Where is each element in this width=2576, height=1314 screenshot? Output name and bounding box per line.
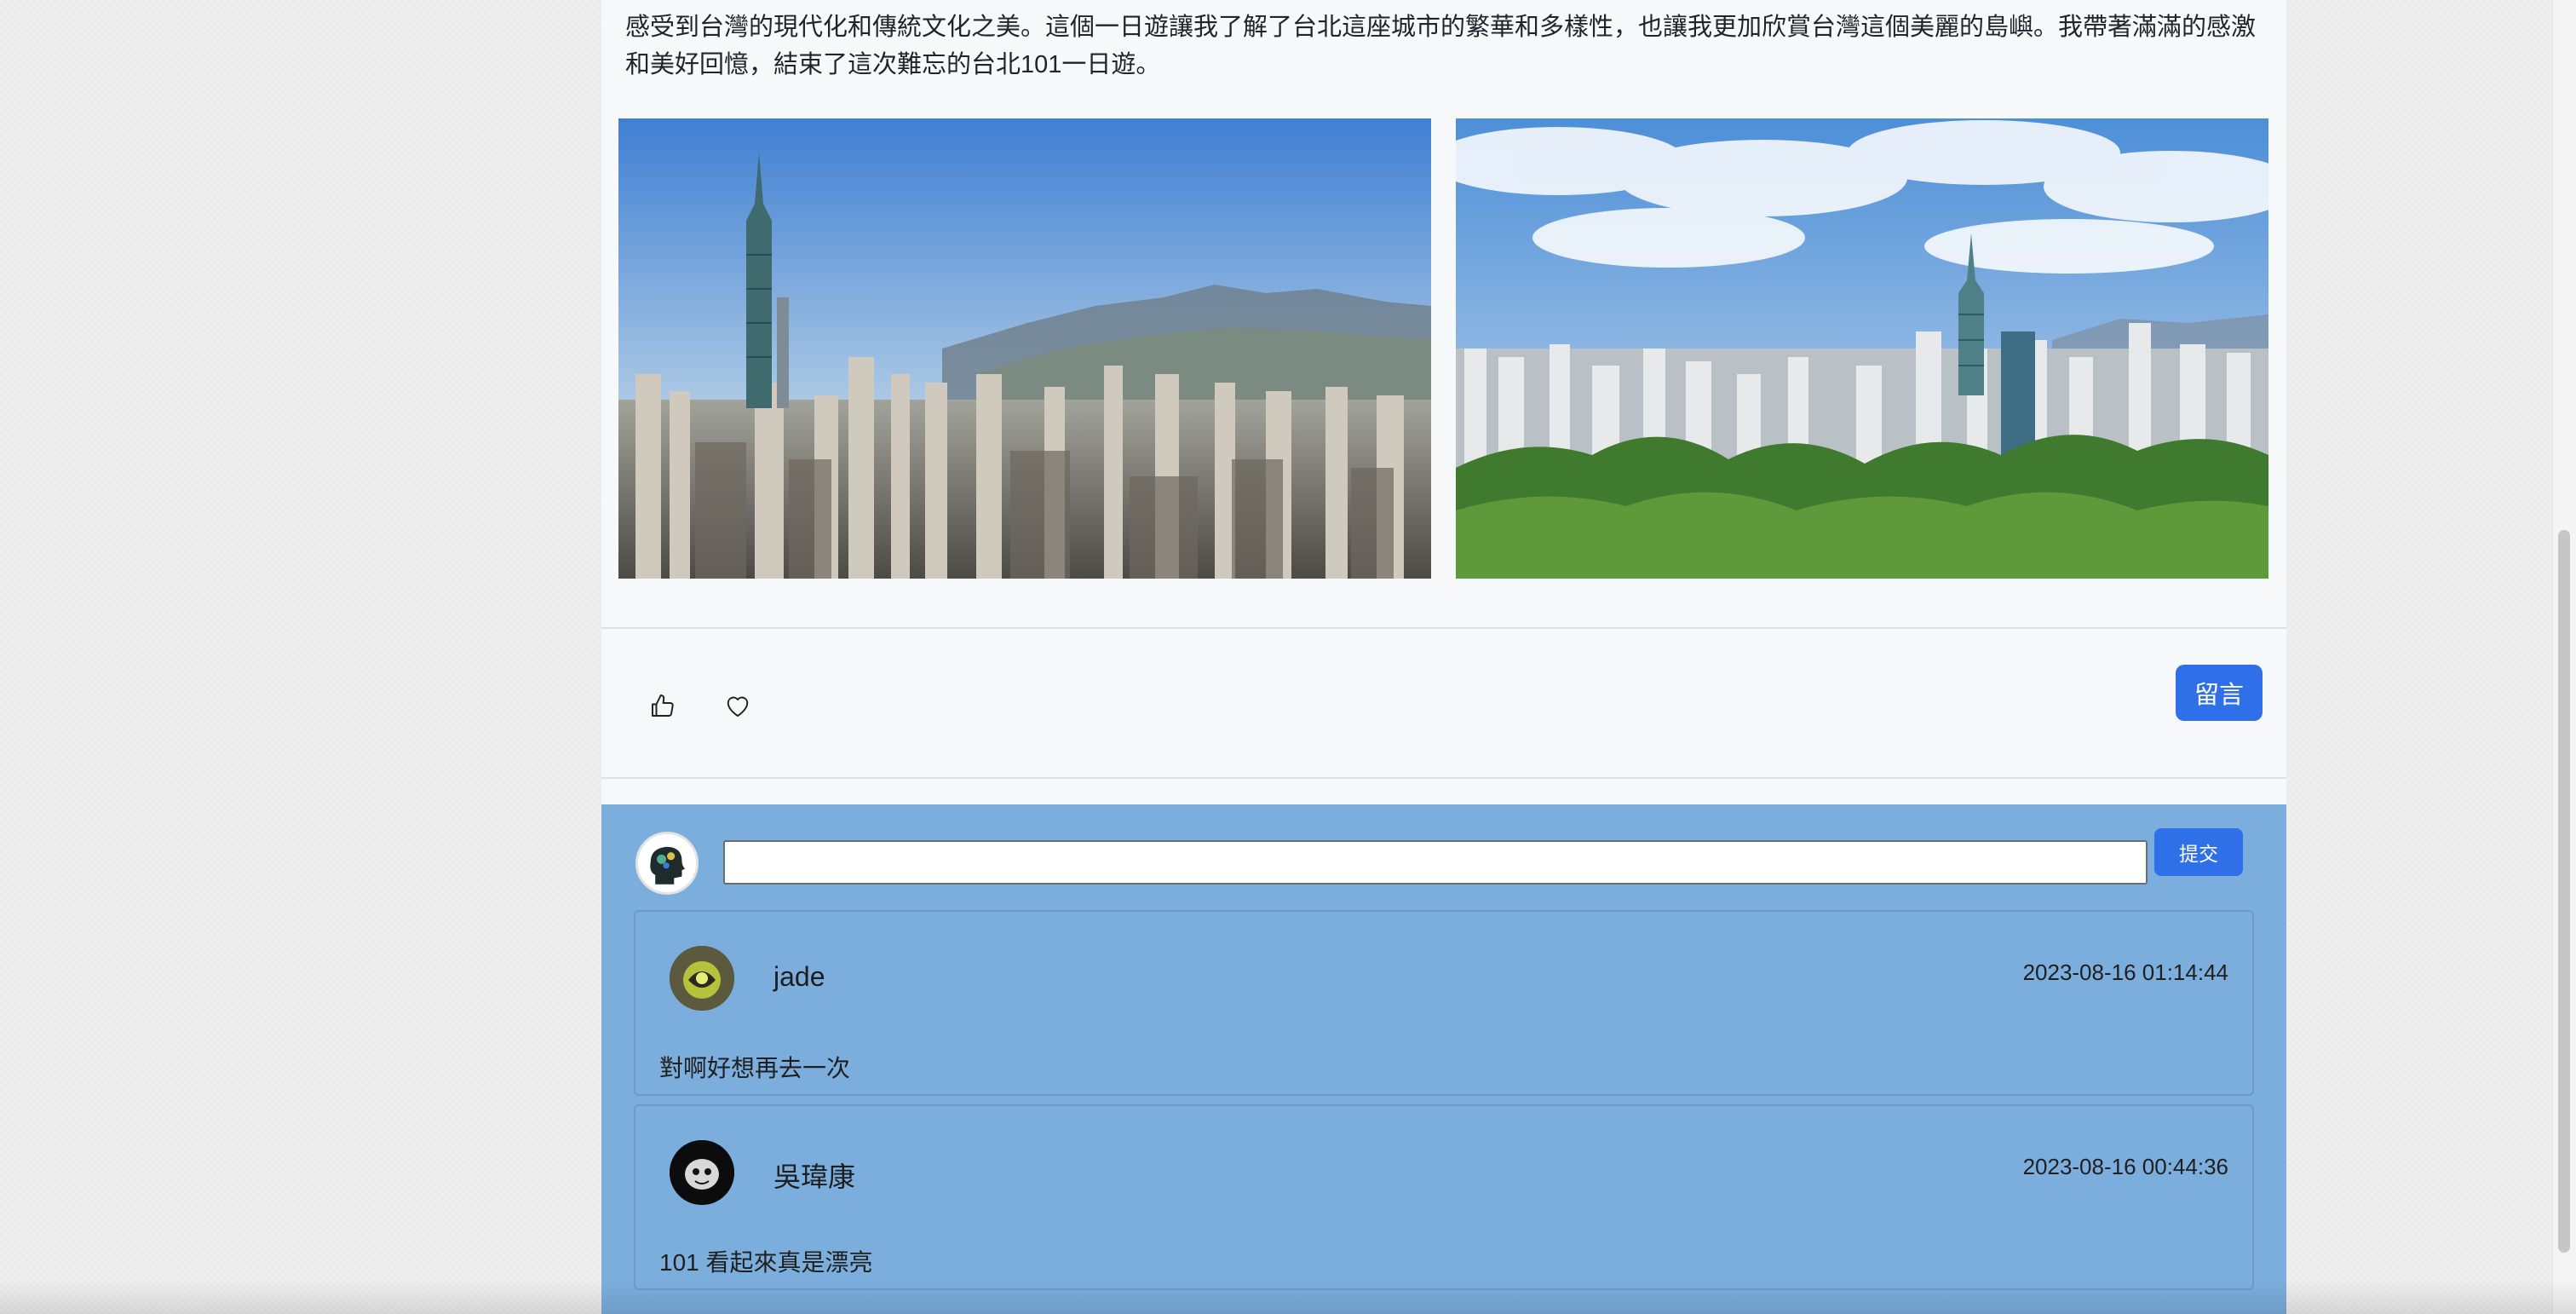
- thumbs-up-icon[interactable]: [647, 690, 678, 721]
- comment-author[interactable]: jade: [773, 961, 825, 993]
- comment-input[interactable]: [723, 840, 2148, 885]
- post-photo-1[interactable]: [618, 118, 1431, 579]
- post-card: 感受到台灣的現代化和傳統文化之美。這個一日遊讓我了解了台北這座城市的繁華和多樣性…: [601, 0, 2286, 1314]
- comment-text: 101 看起來真是漂亮: [659, 1249, 873, 1276]
- comment-item: jade 2023-08-16 01:14:44 對啊好想再去一次: [634, 910, 2254, 1096]
- comment-text: 對啊好想再去一次: [659, 1055, 851, 1081]
- window-bottom-shadow: [0, 1280, 2576, 1314]
- avatar[interactable]: [670, 946, 734, 1011]
- comment-timestamp: 2023-08-16 01:14:44: [2022, 960, 2228, 985]
- comment-timestamp: 2023-08-16 00:44:36: [2022, 1154, 2228, 1179]
- divider: [601, 627, 2286, 629]
- comment-button[interactable]: 留言: [2176, 665, 2263, 721]
- submit-button[interactable]: 提交: [2154, 828, 2243, 876]
- post-photo-2[interactable]: [1456, 118, 2268, 579]
- page-scrollbar[interactable]: [2552, 0, 2576, 1314]
- divider: [601, 777, 2286, 779]
- scrollbar-thumb[interactable]: [2558, 530, 2570, 1253]
- comment-author[interactable]: 吳瑋康: [773, 1156, 855, 1195]
- comment-item: 吳瑋康 2023-08-16 00:44:36 101 看起來真是漂亮: [634, 1104, 2254, 1290]
- avatar[interactable]: [670, 1140, 734, 1205]
- post-body-text: 感受到台灣的現代化和傳統文化之美。這個一日遊讓我了解了台北這座城市的繁華和多樣性…: [625, 14, 2257, 78]
- head-profile-icon: [638, 834, 696, 892]
- heart-icon[interactable]: [722, 690, 753, 721]
- comments-section: 提交 jade 2023-08-16 01:14:44 對啊好想再去一次 吳瑋康…: [601, 804, 2286, 1314]
- current-user-avatar: [635, 832, 699, 895]
